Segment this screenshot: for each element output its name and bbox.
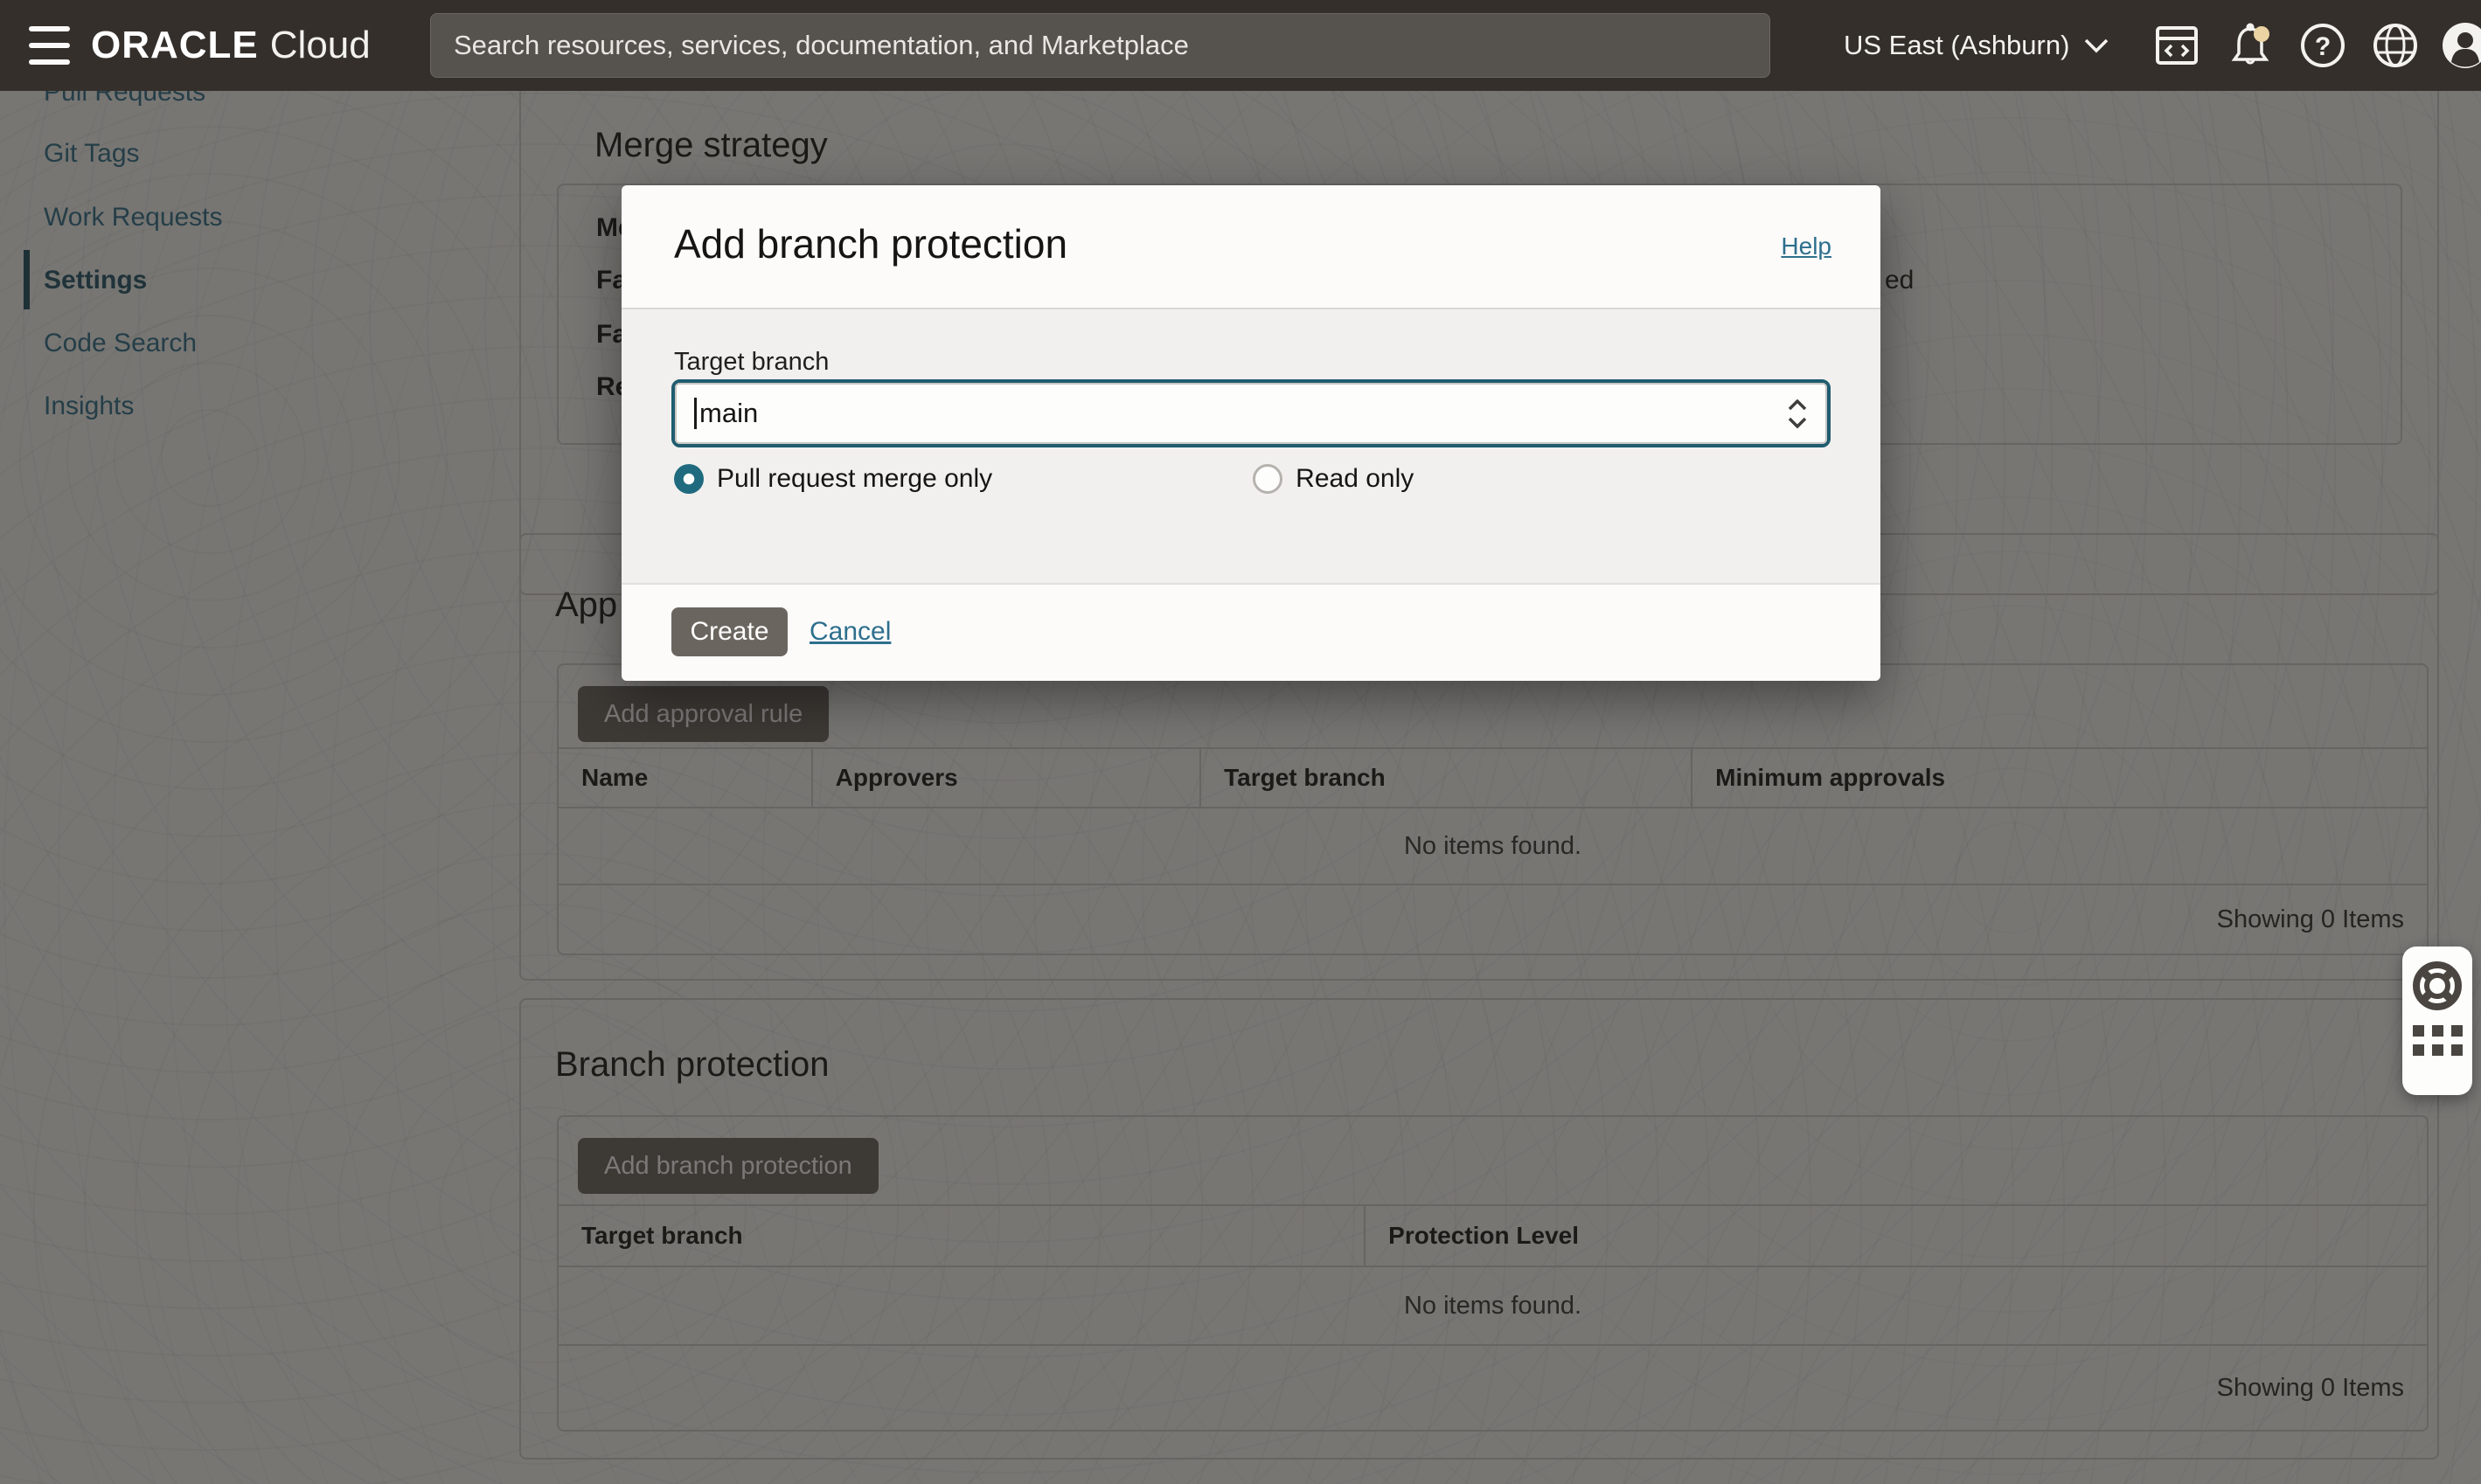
cancel-button[interactable]: Cancel (810, 617, 891, 647)
notification-dot (2254, 26, 2269, 42)
region-selector[interactable]: US East (Ashburn) (1844, 0, 2109, 91)
profile-avatar-icon[interactable] (2441, 21, 2481, 70)
chevron-up-icon (1787, 399, 1808, 411)
globe-language-icon[interactable] (2371, 21, 2420, 70)
radio-pull-request-merge-only[interactable] (674, 464, 704, 494)
combobox-stepper[interactable] (1787, 383, 1808, 444)
top-navigation-bar: ORACLE Cloud US East (Ashburn) (0, 0, 2481, 91)
region-label: US East (Ashburn) (1844, 30, 2069, 61)
oracle-cloud-logo[interactable]: ORACLE Cloud (91, 0, 371, 91)
radio-label[interactable]: Pull request merge only (717, 464, 992, 494)
logo-oracle-text: ORACLE (91, 24, 259, 67)
dialog-body: Target branch main Pull request merge on… (622, 309, 1880, 583)
radio-label[interactable]: Read only (1296, 464, 1414, 494)
dialog-title: Add branch protection (674, 220, 1067, 267)
logo-cloud-text: Cloud (270, 24, 371, 67)
add-branch-protection-dialog: Add branch protection Help Target branch… (622, 185, 1880, 681)
life-ring-icon[interactable] (2412, 960, 2463, 1011)
search-input[interactable] (430, 13, 1770, 78)
radio-read-only[interactable] (1253, 464, 1282, 494)
help-question-icon[interactable]: ? (2298, 21, 2347, 70)
cloud-shell-icon[interactable] (2152, 21, 2201, 70)
dialog-footer: Create Cancel (622, 583, 1880, 681)
target-branch-value: main (699, 398, 758, 429)
text-cursor (694, 398, 697, 429)
chevron-down-icon (1787, 417, 1808, 428)
dialog-header: Add branch protection Help (622, 185, 1880, 309)
global-search (430, 13, 1770, 78)
target-branch-combobox[interactable]: main (671, 379, 1831, 447)
target-branch-label: Target branch (674, 348, 829, 377)
svg-text:?: ? (2315, 32, 2331, 61)
chevron-down-icon (2083, 38, 2109, 53)
oracle-cloud-console: Pull Requests Git Tags Work Requests Set… (0, 0, 2481, 1484)
support-widget (2402, 947, 2472, 1095)
app-grid-icon[interactable] (2413, 1025, 2463, 1056)
notifications-bell-icon[interactable] (2226, 21, 2275, 70)
protection-level-radios: Pull request merge only Read only (674, 464, 1414, 494)
hamburger-menu-icon[interactable] (29, 26, 70, 65)
create-button[interactable]: Create (671, 607, 788, 656)
combobox-value-area: main (675, 383, 1827, 444)
page-body: Pull Requests Git Tags Work Requests Set… (0, 91, 2481, 1484)
help-link[interactable]: Help (1781, 232, 1831, 260)
